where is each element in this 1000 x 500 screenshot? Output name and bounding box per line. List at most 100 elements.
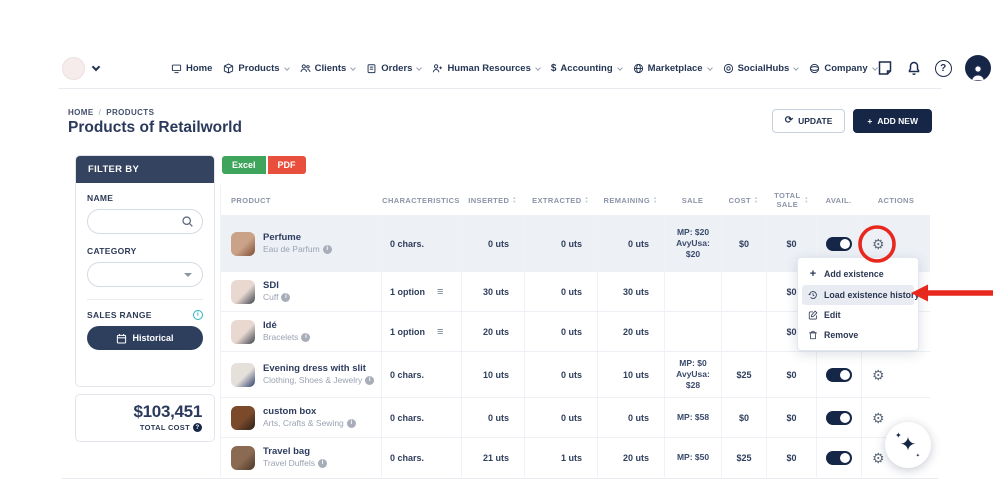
workspace-switcher[interactable] <box>62 57 99 80</box>
sort-icon[interactable]: ▲▼ <box>754 196 758 205</box>
nav-item-home[interactable]: Home <box>171 63 212 74</box>
product-name[interactable]: custom box <box>263 406 356 418</box>
nav-item-socialhubs[interactable]: SocialHubs <box>723 63 799 74</box>
search-icon[interactable] <box>181 215 194 233</box>
user-avatar[interactable] <box>965 55 991 81</box>
product-name[interactable]: Evening dress with slit <box>263 363 374 375</box>
add-new-button[interactable]: + ADD NEW <box>853 109 932 133</box>
col-sale[interactable]: SALE <box>664 196 721 205</box>
gear-icon[interactable]: ⚙ <box>872 237 885 251</box>
nav-item-orders[interactable]: Orders <box>366 63 421 74</box>
product-name[interactable]: Idé <box>263 320 310 332</box>
total-sale-cell: $0 <box>766 438 816 477</box>
info-icon[interactable]: i <box>365 376 374 385</box>
breadcrumb: HOME / PRODUCTS <box>68 108 154 117</box>
sort-icon[interactable]: ▲▼ <box>653 196 657 205</box>
sale-cell: MP: $50 <box>664 438 721 477</box>
table-row[interactable]: custom boxArts, Crafts & Sewingi 0 chars… <box>221 397 930 437</box>
product-category: Arts, Crafts & Sewing <box>263 418 344 429</box>
user-plus-icon <box>432 63 443 74</box>
extracted-cell: 0 uts <box>524 272 597 311</box>
nav-label: Products <box>238 63 279 74</box>
note-icon[interactable] <box>877 60 893 76</box>
info-icon[interactable]: i <box>301 333 310 342</box>
col-remaining[interactable]: REMAINING▲▼ <box>597 196 664 205</box>
col-product[interactable]: PRODUCT <box>221 196 381 205</box>
nav-item-clients[interactable]: Clients <box>300 63 356 74</box>
menu-item-add-existence[interactable]: + Add existence <box>802 263 914 285</box>
options-list-icon[interactable]: ≡ <box>437 286 443 298</box>
nav-label: Accounting <box>560 63 612 74</box>
navbar-divider <box>58 88 942 89</box>
remaining-cell: 30 uts <box>597 272 664 311</box>
update-button[interactable]: ⟳ UPDATE <box>772 109 846 133</box>
sort-icon[interactable]: ▲▼ <box>804 196 808 205</box>
nav-item-company[interactable]: Company <box>809 63 876 74</box>
bell-icon[interactable] <box>906 60 922 76</box>
historical-label: Historical <box>132 333 173 343</box>
info-icon[interactable]: i <box>281 293 290 302</box>
remaining-cell: 20 uts <box>597 438 664 477</box>
breadcrumb-home[interactable]: HOME <box>68 108 94 117</box>
menu-item-remove[interactable]: Remove <box>802 325 914 345</box>
col-characteristics[interactable]: CHARACTERISTICS <box>381 196 461 205</box>
nav-item-products[interactable]: Products <box>223 63 288 74</box>
nav-item-marketplace[interactable]: Marketplace <box>633 63 712 74</box>
remaining-cell: 0 uts <box>597 398 664 437</box>
menu-item-load-existence-history[interactable]: Load existence history <box>802 285 914 305</box>
info-icon[interactable]: i <box>193 310 203 320</box>
category-select[interactable] <box>87 262 203 287</box>
product-name[interactable]: Travel bag <box>263 446 327 458</box>
availability-toggle[interactable] <box>826 237 852 251</box>
col-actions[interactable]: ACTIONS <box>861 196 931 205</box>
sale-cell <box>664 312 721 351</box>
options-list-icon[interactable]: ≡ <box>437 326 443 338</box>
nav-item-human-resources[interactable]: Human Resources <box>432 63 539 74</box>
table-row[interactable]: Travel bagTravel Duffelsi 0 chars. 21 ut… <box>221 437 930 477</box>
gear-icon[interactable]: ⚙ <box>872 368 885 382</box>
sparkle-icon: ✦ <box>916 453 920 459</box>
help-icon[interactable]: ? <box>935 60 952 77</box>
export-pdf-button[interactable]: PDF <box>268 156 306 174</box>
info-icon[interactable]: i <box>347 419 356 428</box>
nav-item-accounting[interactable]: $ Accounting <box>551 63 622 74</box>
sales-range-label: SALES RANGE i <box>87 310 203 320</box>
availability-toggle[interactable] <box>826 451 852 465</box>
nav-label: Marketplace <box>648 63 703 74</box>
characteristics-cell: 1 option <box>390 287 425 297</box>
col-total-sale[interactable]: TOTAL SALE▲▼ <box>766 191 816 209</box>
col-inserted[interactable]: INSERTED▲▼ <box>461 196 524 205</box>
table-row[interactable]: Evening dress with slitClothing, Shoes &… <box>221 351 930 397</box>
breadcrumb-separator: / <box>99 108 102 117</box>
col-avail[interactable]: AVAIL. <box>816 196 861 205</box>
total-sale-cell: $0 <box>766 352 816 397</box>
historical-button[interactable]: Historical <box>87 326 203 350</box>
product-name[interactable]: SDI <box>263 280 290 292</box>
company-logo <box>62 57 85 80</box>
nav-label: SocialHubs <box>738 63 790 74</box>
question-icon[interactable]: ? <box>193 423 202 432</box>
total-sale-cell: $0 <box>766 398 816 437</box>
assistant-fab[interactable]: ✦ ✦ ✦ <box>885 422 931 468</box>
gear-icon[interactable]: ⚙ <box>872 451 885 465</box>
info-icon[interactable]: i <box>318 459 327 468</box>
gear-icon[interactable]: ⚙ <box>872 411 885 425</box>
filter-panel-header: FILTER BY <box>76 156 214 183</box>
person-icon <box>968 63 988 81</box>
inserted-cell: 10 uts <box>461 352 524 397</box>
chevron-down-icon <box>535 65 541 71</box>
sort-icon[interactable]: ▲▼ <box>512 196 516 205</box>
nav-label: Home <box>186 63 212 74</box>
menu-item-edit[interactable]: Edit <box>802 305 914 325</box>
export-excel-button[interactable]: Excel <box>222 156 266 174</box>
plus-icon: + <box>808 268 818 280</box>
sort-icon[interactable]: ▲▼ <box>585 196 589 205</box>
actions-context-menu: + Add existence Load existence history E… <box>797 257 919 351</box>
product-name[interactable]: Perfume <box>263 232 332 244</box>
nav-label: Company <box>824 63 867 74</box>
info-icon[interactable]: i <box>323 245 332 254</box>
availability-toggle[interactable] <box>826 368 852 382</box>
availability-toggle[interactable] <box>826 411 852 425</box>
col-extracted[interactable]: EXTRACTED▲▼ <box>524 196 597 205</box>
col-cost[interactable]: COST▲▼ <box>721 196 766 205</box>
